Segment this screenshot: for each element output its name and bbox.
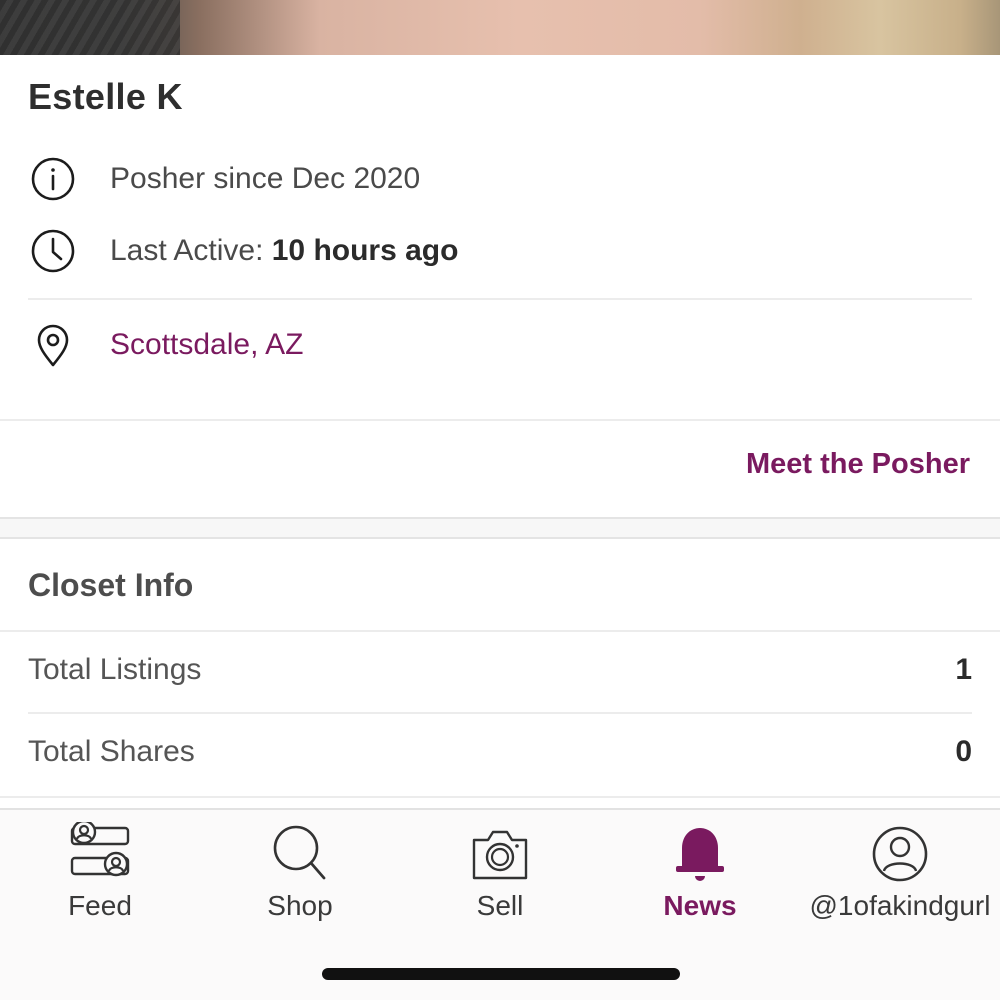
posher-since-text: Posher since Dec 2020	[110, 162, 421, 195]
bell-icon	[668, 822, 732, 886]
feed-icon	[68, 822, 132, 886]
tab-feed[interactable]: Feed	[0, 822, 200, 922]
info-divider	[28, 298, 972, 300]
user-icon	[868, 822, 932, 886]
tab-sell[interactable]: Sell	[400, 822, 600, 922]
cover-photo-shadow	[0, 0, 180, 55]
meet-the-posher-link[interactable]: Meet the Posher	[746, 448, 970, 481]
posher-since-row: Posher since Dec 2020	[28, 154, 420, 204]
search-icon	[268, 822, 332, 886]
last-active-label: Last Active:	[110, 234, 272, 267]
tab-label: Feed	[68, 890, 132, 921]
section-separator	[0, 517, 1000, 539]
tab-label: News	[663, 890, 737, 921]
profile-name: Estelle K	[28, 76, 183, 117]
stat-divider	[28, 712, 972, 714]
info-icon	[28, 154, 78, 204]
tab-label: Sell	[476, 890, 524, 921]
location-row[interactable]: Scottsdale, AZ	[28, 320, 303, 370]
stat-label: Total Listings	[28, 653, 202, 686]
home-indicator	[322, 968, 680, 980]
tab-label: @1ofakindgurl	[809, 890, 991, 921]
clock-icon	[28, 226, 78, 276]
tab-news[interactable]: News	[600, 822, 800, 922]
profile-cover-photo	[0, 0, 1000, 55]
stat-total-listings: Total Listings 1	[28, 640, 972, 700]
camera-icon	[468, 822, 532, 886]
last-active-row: Last Active: 10 hours ago	[28, 226, 458, 276]
closet-info-title: Closet Info	[28, 567, 194, 603]
location-link[interactable]: Scottsdale, AZ	[110, 328, 303, 362]
stats-bottom-divider	[0, 796, 1000, 798]
stat-total-shares: Total Shares 0	[28, 722, 972, 782]
tab-label: Shop	[267, 890, 333, 921]
stat-value: 1	[955, 653, 972, 686]
last-active-value: 10 hours ago	[271, 234, 459, 267]
closet-title-divider	[0, 630, 1000, 632]
tab-shop[interactable]: Shop	[200, 822, 400, 922]
location-pin-icon	[28, 320, 78, 370]
stat-label: Total Shares	[28, 735, 195, 768]
last-active-text: Last Active: 10 hours ago	[110, 234, 458, 268]
tab-profile[interactable]: @1ofakindgurl	[800, 822, 1000, 922]
stat-value: 0	[955, 735, 972, 768]
location-divider	[0, 419, 1000, 421]
